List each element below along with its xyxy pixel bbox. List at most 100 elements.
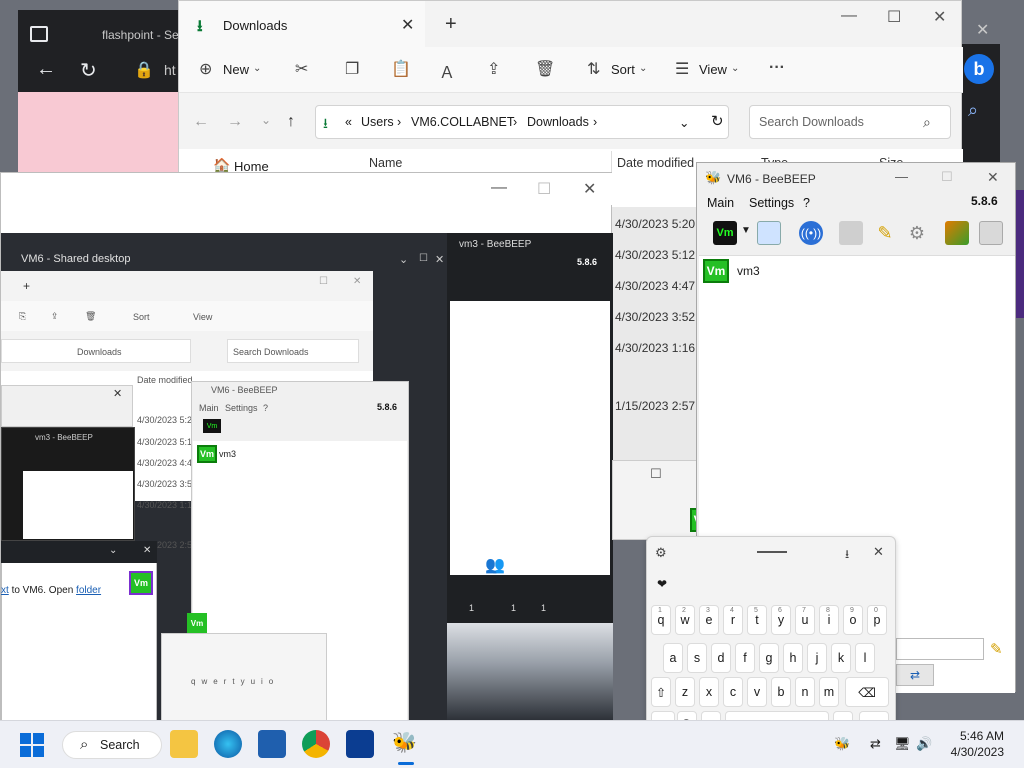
key-w[interactable]: 2w [675, 605, 695, 635]
explorer-tab-title[interactable]: Downloads [223, 18, 287, 33]
delete-icon[interactable]: 🗑 [535, 59, 555, 79]
key-g[interactable]: g [759, 643, 779, 673]
breadcrumb-downloads[interactable]: Downloads [527, 115, 589, 129]
dock-icon[interactable]: ⭳ [845, 545, 849, 566]
close-window-icon[interactable]: ✕ [933, 7, 946, 27]
close-icon[interactable]: ✕ [873, 544, 884, 560]
maximize-icon[interactable]: ☐ [650, 466, 662, 482]
menu-settings[interactable]: Settings [749, 196, 794, 210]
tab-close-icon[interactable]: ✕ [401, 15, 414, 35]
bing-icon[interactable]: b [964, 54, 994, 84]
key-j[interactable]: j [807, 643, 827, 673]
key-n[interactable]: n [795, 677, 815, 707]
column-name[interactable]: Name [369, 156, 402, 170]
column-date-modified[interactable]: Date modified [617, 156, 694, 170]
chevron-down-icon[interactable]: ⌄ [253, 63, 261, 74]
search-icon[interactable]: ⌕ [968, 100, 978, 121]
drag-handle[interactable] [757, 551, 787, 553]
tray-icon[interactable]: ⇄ [870, 736, 881, 752]
key-q[interactable]: 1q [651, 605, 671, 635]
maximize-icon[interactable]: ☐ [887, 7, 901, 27]
browser-address[interactable]: ht [164, 62, 176, 78]
key-k[interactable]: k [831, 643, 851, 673]
key-a[interactable]: a [663, 643, 683, 673]
key-x[interactable]: x [699, 677, 719, 707]
view-icon[interactable]: ☰ [675, 59, 689, 79]
beebeep-taskbar-icon[interactable]: 🐝 [392, 730, 417, 755]
key-e[interactable]: 3e [699, 605, 719, 635]
key-r[interactable]: 4r [723, 605, 743, 635]
key-o[interactable]: 9o [843, 605, 863, 635]
new-icon[interactable]: ⊕ [199, 59, 212, 79]
share-files-icon[interactable] [945, 221, 969, 245]
share-button[interactable]: ⇄ [896, 664, 934, 686]
rename-icon[interactable]: Ａ [439, 59, 455, 83]
settings-icon[interactable]: ⚙ [655, 545, 667, 561]
tab-actions-icon[interactable] [30, 26, 48, 42]
more-options-icon[interactable]: ··· [769, 59, 785, 77]
explorer-tab[interactable] [179, 1, 425, 47]
network-icon[interactable]: ((•)) [799, 221, 823, 245]
store-icon[interactable] [258, 730, 286, 758]
close-window-icon[interactable]: ✕ [583, 179, 596, 199]
key-h[interactable]: h [783, 643, 803, 673]
new-button[interactable]: New [223, 62, 249, 77]
chevron-down-icon[interactable]: ⌄ [731, 63, 739, 74]
key-b[interactable]: b [771, 677, 791, 707]
chevron-down-icon[interactable]: ▼ [741, 225, 751, 236]
clock[interactable]: 5:46 AM 4/30/2023 [930, 728, 1004, 760]
recent-locations-icon[interactable]: ⌄ [261, 113, 271, 127]
menu-main[interactable]: Main [707, 196, 734, 210]
key-u[interactable]: 7u [795, 605, 815, 635]
shift-key[interactable]: ⇧ [651, 677, 671, 707]
breadcrumb-chevron[interactable]: « [345, 115, 352, 129]
key-f[interactable]: f [735, 643, 755, 673]
key-i[interactable]: 8i [819, 605, 839, 635]
key-m[interactable]: m [819, 677, 839, 707]
close-icon[interactable]: ✕ [976, 20, 989, 40]
user-badge[interactable]: Vm [703, 259, 729, 283]
minimize-icon[interactable]: — [491, 179, 507, 197]
write-message-icon[interactable]: ✎ [873, 221, 897, 245]
key-z[interactable]: z [675, 677, 695, 707]
home-icon[interactable] [839, 221, 863, 245]
emoji-icon[interactable]: ❤ [657, 577, 667, 591]
start-icon[interactable] [20, 733, 44, 757]
new-tab-icon[interactable]: + [445, 13, 457, 36]
back-icon[interactable]: ← [36, 58, 56, 81]
search-icon[interactable]: ⌕ [923, 114, 931, 131]
back-icon[interactable]: ← [193, 113, 209, 131]
tools-icon[interactable]: ⚙ [905, 221, 929, 245]
backspace-key[interactable]: ⌫ [845, 677, 889, 707]
up-icon[interactable]: ↑ [287, 113, 295, 131]
chevron-down-icon[interactable]: ⌄ [679, 115, 689, 130]
key-l[interactable]: l [855, 643, 875, 673]
close-window-icon[interactable]: ✕ [987, 169, 999, 186]
minimize-icon[interactable]: — [895, 169, 908, 184]
menu-help[interactable]: ? [803, 196, 810, 210]
key-y[interactable]: 6y [771, 605, 791, 635]
key-v[interactable]: v [747, 677, 767, 707]
taskbar-search-label[interactable]: Search [100, 738, 140, 752]
copy-icon[interactable]: ❐ [345, 59, 359, 79]
chevron-down-icon[interactable]: ⌄ [639, 63, 647, 74]
vm-status-icon[interactable]: Vm [713, 221, 737, 245]
maximize-icon[interactable]: ☐ [941, 169, 953, 185]
view-button[interactable]: View [699, 62, 727, 77]
message-input[interactable] [896, 638, 984, 660]
maximize-icon[interactable]: ☐ [537, 179, 551, 199]
key-s[interactable]: s [687, 643, 707, 673]
search-placeholder[interactable]: Search Downloads [759, 115, 864, 129]
network-icon[interactable]: 🖥 [894, 736, 911, 752]
sort-icon[interactable]: ⇅ [587, 59, 600, 79]
breadcrumb-users[interactable]: Users [361, 115, 394, 129]
key-d[interactable]: d [711, 643, 731, 673]
tray-icon[interactable]: 🐝 [834, 736, 850, 752]
sort-button[interactable]: Sort [611, 62, 635, 77]
edit-profile-icon[interactable] [757, 221, 781, 245]
chrome-icon[interactable] [302, 730, 330, 758]
trash-icon[interactable] [979, 221, 1003, 245]
share-icon[interactable]: ⇪ [487, 59, 500, 79]
key-p[interactable]: 0p [867, 605, 887, 635]
key-t[interactable]: 5t [747, 605, 767, 635]
